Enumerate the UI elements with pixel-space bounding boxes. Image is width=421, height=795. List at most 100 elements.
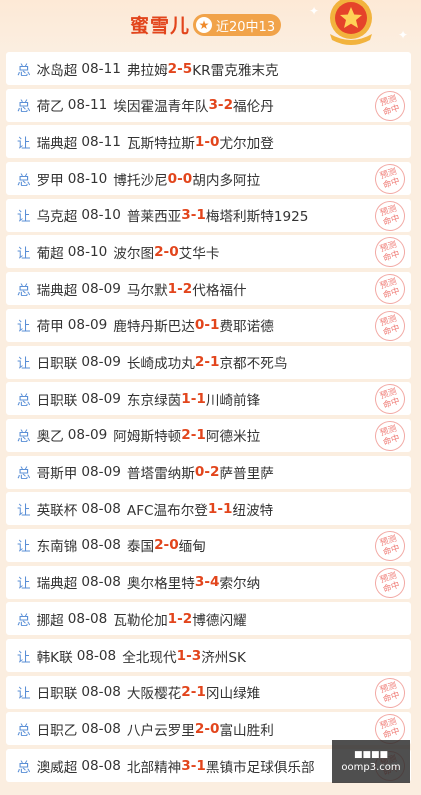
bet-type-tag: 让 xyxy=(17,502,31,519)
away-team: 博德闪耀 xyxy=(192,612,247,629)
match-date: 08-08 xyxy=(81,684,121,701)
away-score: 3 xyxy=(191,647,202,664)
away-team: 阿德米拉 xyxy=(205,429,261,446)
match-date: 08-08 xyxy=(81,500,121,517)
home-score: 0 xyxy=(194,317,205,334)
home-team: 泰国 xyxy=(126,539,155,556)
match-row[interactable]: 让荷甲 08-09 鹿特丹斯巴达 0 - 1 费耶诺德 预测 命中 xyxy=(6,308,411,342)
home-score: 2 xyxy=(194,354,205,370)
bet-type-tag: 让 xyxy=(17,245,31,262)
home-score: 1 xyxy=(207,500,218,517)
match-date: 08-08 xyxy=(81,537,121,554)
match-row[interactable]: 总冰岛超 08-11 弗拉姆 2 - 5 KR雷克雅末克 xyxy=(6,52,411,85)
away-team: 梅塔利斯特1925 xyxy=(205,209,309,226)
home-score: 1 xyxy=(167,610,178,627)
home-score: 3 xyxy=(194,574,205,591)
match-row[interactable]: 总瑞典超 08-09 马尔默 1 - 2 代格福什 预测 命中 xyxy=(6,272,411,306)
match-row[interactable]: 总挪超 08-08 瓦勒伦加 1 - 2 博德闪耀 xyxy=(6,602,411,636)
match-row[interactable]: 总荷乙 08-11 埃因霍温青年队 3 - 2 福伦丹 预测 命中 xyxy=(6,88,411,122)
bet-type-tag: 总 xyxy=(17,612,31,629)
league-name: 日职乙 xyxy=(36,722,78,739)
league-name: 日职联 xyxy=(36,392,78,409)
match-date: 08-09 xyxy=(81,464,121,481)
home-score: 3 xyxy=(208,97,218,114)
home-team: 普莱西亚 xyxy=(126,209,182,226)
star-icon: ★ xyxy=(196,17,212,33)
bet-type-tag: 让 xyxy=(17,356,31,372)
home-team: 东京绿茵 xyxy=(126,392,182,409)
match-date: 08-11 xyxy=(81,133,121,150)
home-score: 1 xyxy=(167,280,178,297)
league-name: 葡超 xyxy=(36,245,64,262)
league-name: 荷乙 xyxy=(36,99,64,116)
league-name: 乌克超 xyxy=(36,209,78,226)
away-score: 1 xyxy=(196,757,206,774)
away-score: 0 xyxy=(169,243,179,260)
bet-type-tag: 让 xyxy=(17,576,31,593)
home-team: 北部精神 xyxy=(126,759,182,776)
away-score: 1 xyxy=(209,354,220,370)
away-score: 1 xyxy=(223,500,233,517)
match-row[interactable]: 让乌克超 08-10 普莱西亚 3 - 1 梅塔利斯特1925 预测 命中 xyxy=(6,198,411,232)
home-score: 2 xyxy=(154,537,164,554)
match-row[interactable]: 让英联杯 08-08 AFC温布尔登 1 - 1 纽波特 xyxy=(6,492,411,526)
prediction-hit-stamp: 预测命中 xyxy=(371,162,409,196)
home-score: 1 xyxy=(194,133,205,150)
away-score: 1 xyxy=(196,390,206,407)
league-name: 日职联 xyxy=(36,686,78,703)
home-score: 0 xyxy=(194,464,205,481)
match-row[interactable]: 让东南锦 08-08 泰国 2 - 0 缅甸 预测 命中 xyxy=(6,528,411,562)
home-team: 波尔图 xyxy=(113,245,155,262)
match-date: 08-09 xyxy=(81,390,121,407)
match-row[interactable]: 让瑞典超 08-11 瓦斯特拉斯 1 - 0 尤尔加登 xyxy=(6,125,411,159)
away-team: 福伦丹 xyxy=(233,99,274,116)
away-team: 济州SK xyxy=(201,649,246,666)
home-team: 奥尔格里特 xyxy=(126,576,195,593)
away-team: 冈山绿雉 xyxy=(205,686,261,703)
bet-type-tag: 总 xyxy=(17,722,31,739)
prediction-hit-stamp: 预测命中 xyxy=(371,675,409,709)
league-name: 挪超 xyxy=(36,612,64,629)
home-score: 1 xyxy=(176,647,187,664)
league-name: 奥乙 xyxy=(36,429,64,446)
match-row[interactable]: 让日职联 08-09 长崎成功丸 2 - 1 京都不死鸟 xyxy=(6,345,411,379)
page-header: 蜜雪儿 ★ 近20中13 ✦ ✦ xyxy=(0,0,421,50)
match-date: 08-09 xyxy=(81,280,121,297)
match-date: 08-08 xyxy=(81,574,121,591)
match-date: 08-10 xyxy=(67,170,108,187)
bet-type-tag: 总 xyxy=(17,392,31,409)
match-date: 08-08 xyxy=(81,720,121,737)
league-name: 瑞典超 xyxy=(36,576,78,593)
away-team: 费耶诺德 xyxy=(219,319,274,336)
match-row[interactable]: 让日职联 08-08 大阪樱花 2 - 1 冈山绿雉 预测 命中 xyxy=(6,675,411,709)
bet-type-tag: 让 xyxy=(17,686,31,703)
away-team: 缅甸 xyxy=(178,539,206,556)
home-score: 2 xyxy=(167,60,178,77)
away-team: KR雷克雅末克 xyxy=(192,62,279,79)
match-list: 总冰岛超 08-11 弗拉姆 2 - 5 KR雷克雅末克总荷乙 08-11 埃因霍温青年队 3… xyxy=(6,52,411,786)
match-date: 08-10 xyxy=(81,207,121,224)
bet-type-tag: 总 xyxy=(17,429,31,446)
prediction-hit-stamp: 预测命中 xyxy=(371,235,409,269)
away-score: 1 xyxy=(209,317,220,334)
match-row[interactable]: 让瑞典超 08-08 奥尔格里特 3 - 4 索尔纳 预测 命中 xyxy=(6,565,411,599)
league-name: 韩K联 xyxy=(36,649,73,666)
away-score: 0 xyxy=(182,170,193,187)
match-row[interactable]: 总哥斯甲 08-09 普塔雷纳斯 0 - 2 萨普里萨 xyxy=(6,455,411,489)
match-row[interactable]: 总罗甲 08-10 博托沙尼 0 - 0 胡内多阿拉 预测 命中 xyxy=(6,162,411,196)
watermark-top: ■■■■ xyxy=(353,750,388,760)
match-row[interactable]: 让葡超 08-10 波尔图 2 - 0 艾华卡 预测 命中 xyxy=(6,235,411,269)
home-team: 瓦勒伦加 xyxy=(113,612,168,629)
match-row[interactable]: 总日职联 08-09 东京绿茵 1 - 1 川崎前锋 预测 命中 xyxy=(6,382,411,416)
match-date: 08-10 xyxy=(67,243,108,260)
away-team: 川崎前锋 xyxy=(205,392,261,409)
prediction-hit-stamp: 预测命中 xyxy=(371,198,409,232)
league-name: 罗甲 xyxy=(36,172,64,189)
bet-type-tag: 总 xyxy=(17,99,31,116)
home-score: 3 xyxy=(181,757,191,774)
bet-type-tag: 让 xyxy=(17,539,31,556)
away-score: 2 xyxy=(209,464,220,481)
bet-type-tag: 让 xyxy=(17,649,31,666)
match-row[interactable]: 让韩K联 08-08 全北现代 1 - 3 济州SK xyxy=(6,639,411,672)
match-row[interactable]: 总奥乙 08-09 阿姆斯特顿 2 - 1 阿德米拉 预测 命中 xyxy=(6,418,411,452)
